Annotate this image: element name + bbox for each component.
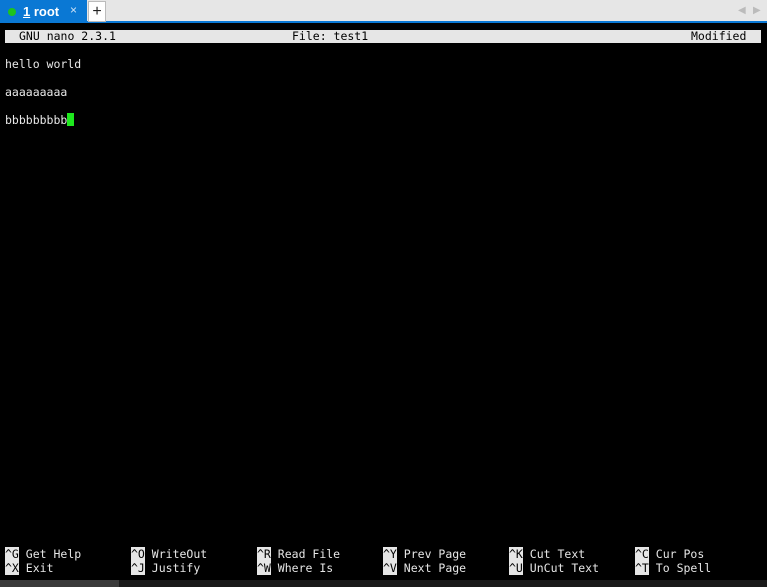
shortcut-key: ^J <box>131 561 145 575</box>
shortcut-prev-page: ^Y Prev Page <box>383 547 466 561</box>
shortcut-label <box>397 547 404 561</box>
scrollbar-thumb[interactable] <box>0 580 119 587</box>
shortcut-cur-pos: ^C Cur Pos <box>635 547 704 561</box>
shortcut-key: ^V <box>383 561 397 575</box>
shortcut-key: ^Y <box>383 547 397 561</box>
modified-status: Modified <box>691 29 747 43</box>
shortcut-label <box>523 547 530 561</box>
shortcut-label: To Spell <box>655 561 712 575</box>
shortcut-label: Where Is <box>277 561 334 575</box>
shortcut-label <box>649 547 656 561</box>
terminal[interactable]: GNU nano 2.3.1 File: test1 Modified hell… <box>0 25 767 580</box>
shortcut-label: Justify <box>151 561 201 575</box>
chevron-right-icon[interactable]: ▶ <box>753 5 761 16</box>
shortcut-key: ^K <box>509 547 523 561</box>
shortcut-label <box>271 561 278 575</box>
shortcut-next-page: ^V Next Page <box>383 561 466 575</box>
tab-bar: 1 root × + ◀ ▶ <box>0 0 767 23</box>
shortcut-label: UnCut Text <box>529 561 600 575</box>
shortcut-label: Next Page <box>403 561 467 575</box>
shortcut-label <box>649 561 656 575</box>
shortcut-label: Read File <box>277 547 341 561</box>
shortcut-label: WriteOut <box>151 547 208 561</box>
file-name: File: test1 <box>292 29 369 43</box>
status-dot-icon <box>8 8 16 16</box>
nano-title-bar: GNU nano 2.3.1 File: test1 Modified <box>5 30 761 43</box>
shortcut-label <box>145 561 152 575</box>
shortcut-justify: ^J Justify <box>131 561 200 575</box>
shortcut-label <box>523 561 530 575</box>
tab-label: 1 root <box>23 4 60 19</box>
text-cursor <box>67 113 75 126</box>
shortcut-get-help: ^G Get Help <box>5 547 81 561</box>
shortcut-key: ^U <box>509 561 523 575</box>
shortcut-label <box>19 547 26 561</box>
shortcut-key: ^G <box>5 547 19 561</box>
shortcut-label: Get Help <box>25 547 82 561</box>
shortcut-key: ^O <box>131 547 145 561</box>
shortcut-key: ^W <box>257 561 271 575</box>
shortcut-to-spell: ^T To Spell <box>635 561 711 575</box>
shortcut-where-is: ^W Where Is <box>257 561 333 575</box>
shortcut-key: ^T <box>635 561 649 575</box>
horizontal-scrollbar[interactable] <box>0 580 767 587</box>
text-line: bbbbbbbbb <box>5 113 75 127</box>
shortcut-key: ^X <box>5 561 19 575</box>
shortcut-key: ^C <box>635 547 649 561</box>
shortcut-label: Cut Text <box>529 547 586 561</box>
shortcut-exit: ^X Exit <box>5 561 54 575</box>
shortcut-label <box>271 547 278 561</box>
chevron-left-icon[interactable]: ◀ <box>738 5 746 16</box>
tab-root[interactable]: 1 root × <box>0 0 87 23</box>
shortcut-label: Prev Page <box>403 547 467 561</box>
shortcut-key: ^R <box>257 547 271 561</box>
shortcut-label <box>145 547 152 561</box>
shortcut-writeout: ^O WriteOut <box>131 547 207 561</box>
shortcut-label: Cur Pos <box>655 547 705 561</box>
shortcut-read-file: ^R Read File <box>257 547 340 561</box>
shortcut-label <box>397 561 404 575</box>
shortcut-uncut-text: ^U UnCut Text <box>509 561 599 575</box>
close-icon[interactable]: × <box>70 3 77 17</box>
shortcut-cut-text: ^K Cut Text <box>509 547 585 561</box>
shortcut-label <box>19 561 26 575</box>
nano-version: GNU nano 2.3.1 <box>19 29 116 43</box>
text-line: aaaaaaaaa <box>5 85 68 99</box>
text-line: hello world <box>5 57 82 71</box>
new-tab-button[interactable]: + <box>88 1 106 22</box>
shortcut-label: Exit <box>25 561 54 575</box>
